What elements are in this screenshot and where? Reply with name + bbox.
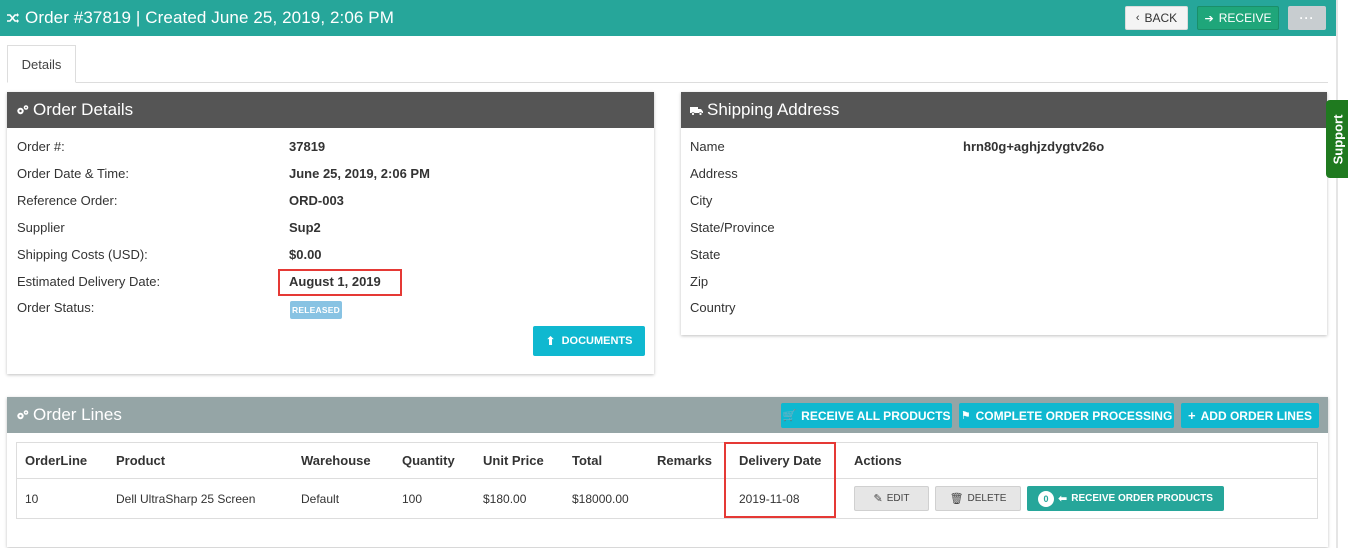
trash-icon: 🗑 <box>949 493 964 505</box>
flag-icon: ⚑ <box>960 410 971 422</box>
receive-all-products-button[interactable]: 🛒 RECEIVE ALL PRODUCTS <box>781 403 952 428</box>
shipping-state-province-label: State/Province <box>690 220 775 235</box>
arrow-right-icon: ➔ <box>1204 12 1214 25</box>
support-tab[interactable]: Support <box>1326 100 1348 178</box>
shipping-costs-value: $0.00 <box>289 247 322 262</box>
shipping-address-panel: Shipping Address Name hrn80g+aghjzdygtv2… <box>681 92 1327 335</box>
supplier-label: Supplier <box>17 220 65 235</box>
order-page: Order #37819 | Created June 25, 2019, 2:… <box>0 0 1348 548</box>
estimated-delivery-label: Estimated Delivery Date: <box>17 274 161 289</box>
more-label: ··· <box>1299 11 1315 25</box>
truck-icon <box>690 107 703 116</box>
cell-warehouse: Default <box>301 491 340 506</box>
shipping-state-label: State <box>690 247 721 262</box>
header-bar: Order #37819 | Created June 25, 2019, 2:… <box>0 0 1336 36</box>
delete-button[interactable]: 🗑 DELETE <box>935 486 1021 511</box>
complete-order-processing-label: COMPLETE ORDER PROCESSING <box>975 408 1173 423</box>
tab-details-label: Details <box>21 56 62 72</box>
plus-icon: + <box>1188 408 1196 423</box>
cell-product: Dell UltraSharp 25 Screen <box>116 491 256 506</box>
order-lines-table: OrderLine Product Warehouse Quantity Uni… <box>16 442 1318 519</box>
reference-order-label: Reference Order: <box>17 193 118 208</box>
shipping-city-label: City <box>690 193 713 208</box>
estimated-delivery-highlight <box>278 269 402 296</box>
cogs-icon <box>17 410 29 420</box>
shipping-country-label: Country <box>690 300 736 315</box>
receive-order-products-label: RECEIVE ORDER PRODUCTS <box>1071 493 1213 504</box>
back-button[interactable]: ‹ BACK <box>1125 6 1188 30</box>
shipping-costs-label: Shipping Costs (USD): <box>17 247 148 262</box>
cell-orderline: 10 <box>25 491 39 506</box>
order-status-label: Order Status: <box>17 300 95 315</box>
shipping-name-value: hrn80g+aghjzdygtv26o <box>963 139 1105 154</box>
receive-order-products-button[interactable]: 0 ⬅ RECEIVE ORDER PRODUCTS <box>1027 486 1224 511</box>
receive-count-badge: 0 <box>1038 490 1055 507</box>
order-lines-panel: Order Lines 🛒 RECEIVE ALL PRODUCTS ⚑ COM… <box>7 397 1328 547</box>
column-header-orderline: OrderLine <box>25 453 88 468</box>
receive-all-products-label: RECEIVE ALL PRODUCTS <box>801 408 951 423</box>
order-date-value: June 25, 2019, 2:06 PM <box>289 166 430 181</box>
add-order-lines-button[interactable]: + ADD ORDER LINES <box>1181 403 1319 428</box>
order-lines-header: Order Lines 🛒 RECEIVE ALL PRODUCTS ⚑ COM… <box>7 397 1328 433</box>
column-header-remarks: Remarks <box>657 453 712 468</box>
support-label: Support <box>1330 114 1346 164</box>
tab-details[interactable]: Details <box>7 45 76 83</box>
shipping-zip-label: Zip <box>690 274 709 289</box>
order-details-header: Order Details <box>7 92 654 128</box>
order-number-value: 37819 <box>289 139 326 154</box>
column-header-warehouse: Warehouse <box>301 453 371 468</box>
column-header-quantity: Quantity <box>402 453 455 468</box>
order-details-panel: Order Details Order #: 37819 Order Date … <box>7 92 654 374</box>
shipping-address-title: Shipping Address <box>707 100 840 119</box>
column-header-product: Product <box>116 453 166 468</box>
tab-bar: Details <box>7 45 1328 83</box>
documents-button[interactable]: ⬆ DOCUMENTS <box>533 326 645 356</box>
delete-label: DELETE <box>967 493 1007 504</box>
cart-icon: 🛒 <box>782 410 797 422</box>
order-lines-title: Order Lines <box>33 405 122 424</box>
edit-label: EDIT <box>886 493 910 504</box>
cogs-icon <box>17 105 29 115</box>
chevron-left-icon: ‹ <box>1135 12 1140 24</box>
complete-order-processing-button[interactable]: ⚑ COMPLETE ORDER PROCESSING <box>959 403 1174 428</box>
shipping-name-label: Name <box>690 139 725 154</box>
status-badge: RELEASED <box>290 301 342 319</box>
shuffle-icon <box>7 13 19 23</box>
page-edge-divider <box>1336 0 1338 548</box>
order-details-title: Order Details <box>33 100 134 119</box>
reference-order-value: ORD-003 <box>289 193 344 208</box>
page-title: Order #37819 | Created June 25, 2019, 2:… <box>25 8 394 27</box>
cell-quantity: 100 <box>402 491 423 506</box>
receive-button[interactable]: ➔ RECEIVE <box>1197 6 1279 30</box>
back-label: BACK <box>1144 11 1178 25</box>
column-header-total: Total <box>572 453 603 468</box>
arrow-left-icon: ⬅ <box>1058 493 1068 505</box>
cell-total: $18000.00 <box>572 491 629 506</box>
cell-unit-price: $180.00 <box>483 491 527 506</box>
add-order-lines-label: ADD ORDER LINES <box>1200 408 1312 423</box>
column-header-actions: Actions <box>854 453 902 468</box>
edit-button[interactable]: ✎ EDIT <box>854 486 929 511</box>
column-header-unit-price: Unit Price <box>483 453 544 468</box>
order-number-label: Order #: <box>17 139 65 154</box>
edit-icon: ✎ <box>873 493 883 505</box>
supplier-value: Sup2 <box>289 220 321 235</box>
more-button[interactable]: ··· <box>1288 6 1326 30</box>
order-date-label: Order Date & Time: <box>17 166 129 181</box>
receive-label: RECEIVE <box>1218 11 1272 25</box>
shipping-address-header: Shipping Address <box>681 92 1327 128</box>
shipping-address-label: Address <box>690 166 738 181</box>
delivery-date-highlight <box>724 442 836 518</box>
documents-label: DOCUMENTS <box>561 335 633 347</box>
upload-icon: ⬆ <box>545 334 556 348</box>
